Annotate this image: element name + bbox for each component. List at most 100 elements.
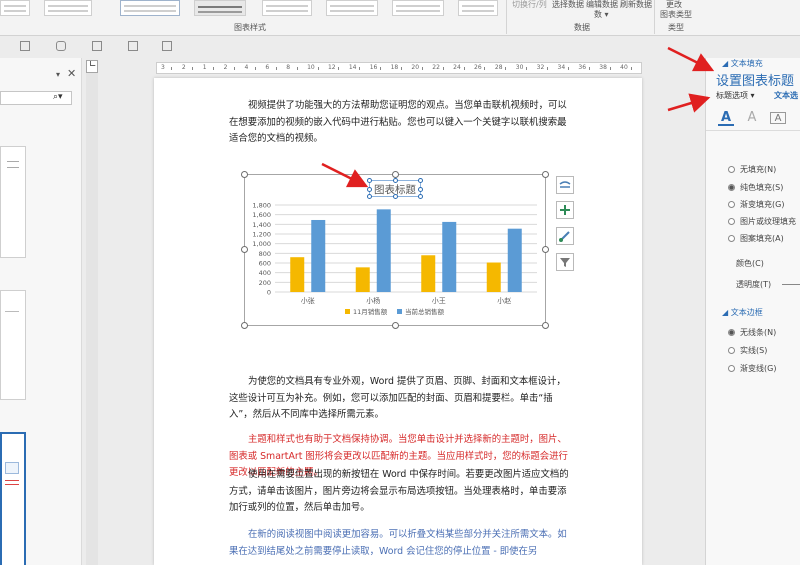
bar-0[interactable] bbox=[421, 255, 436, 292]
tab-text-options[interactable]: 文本选 bbox=[774, 90, 798, 101]
y-tick-label[interactable]: 1,000 bbox=[252, 240, 271, 248]
radio-button[interactable] bbox=[728, 166, 735, 173]
resize-handle[interactable] bbox=[418, 187, 423, 192]
chart-area[interactable]: 0 200 400 600 800 1,000 1,200 1,400 1,600 1,800 小张… bbox=[241, 171, 549, 329]
legend-label[interactable]: 当前总销售额 bbox=[405, 307, 445, 316]
copy-icon[interactable] bbox=[128, 41, 138, 51]
resize-handle[interactable] bbox=[367, 194, 372, 199]
layout-options-button[interactable] bbox=[556, 176, 574, 194]
resize-handle[interactable] bbox=[393, 178, 398, 183]
y-tick-label[interactable]: 600 bbox=[259, 260, 271, 268]
page-thumbnail[interactable] bbox=[0, 146, 26, 258]
bar-0[interactable] bbox=[486, 262, 501, 292]
switch-row-column-button[interactable]: 切换行/列 bbox=[512, 0, 547, 10]
text-fill-outline-icon[interactable]: A bbox=[718, 110, 734, 126]
chart-style-thumbnail[interactable] bbox=[326, 0, 378, 16]
chart-styles-button[interactable] bbox=[556, 227, 574, 245]
y-tick-label[interactable]: 1,400 bbox=[252, 221, 271, 229]
legend-swatch[interactable] bbox=[345, 309, 350, 314]
x-tick-label[interactable]: 小张 bbox=[301, 296, 315, 305]
tab-title-options[interactable]: 标题选项 ▾ bbox=[716, 90, 755, 101]
resize-handle[interactable] bbox=[542, 322, 549, 329]
radio-button[interactable] bbox=[728, 347, 735, 354]
chart-style-thumbnail[interactable] bbox=[194, 0, 246, 16]
y-tick-label[interactable]: 1,600 bbox=[252, 211, 271, 219]
refresh-data-button[interactable]: 刷新数据 bbox=[620, 0, 652, 10]
x-tick-label[interactable]: 小杨 bbox=[366, 296, 380, 305]
radio-fill-picture[interactable]: 图片或纹理填充 bbox=[728, 216, 796, 227]
chevron-down-icon[interactable]: ▾ bbox=[751, 91, 755, 100]
paragraph[interactable]: 使用在需要位置出现的新按钮在 Word 中保存时间。若要更改图片适应文档的方式，… bbox=[229, 467, 569, 517]
textbox-icon[interactable]: A bbox=[770, 112, 786, 124]
resize-handle[interactable] bbox=[367, 187, 372, 192]
radio-line-none[interactable]: 无线条(N) bbox=[728, 327, 776, 338]
chart-style-thumbnail[interactable] bbox=[44, 0, 92, 16]
resize-handle[interactable] bbox=[392, 322, 399, 329]
color-picker[interactable]: 颜色(C) bbox=[736, 258, 764, 269]
transparency-slider[interactable] bbox=[782, 284, 800, 285]
layout-icon[interactable] bbox=[20, 41, 30, 51]
radio-fill-solid[interactable]: 纯色填充(S) bbox=[728, 182, 783, 193]
radio-button[interactable] bbox=[728, 365, 735, 372]
resize-handle[interactable] bbox=[241, 246, 248, 253]
page-thumbnail[interactable] bbox=[0, 290, 26, 400]
resize-handle[interactable] bbox=[393, 194, 398, 199]
legend-label[interactable]: 11月销售额 bbox=[353, 307, 388, 316]
resize-handle[interactable] bbox=[392, 171, 399, 178]
y-tick-label[interactable]: 0 bbox=[267, 289, 271, 297]
resize-handle[interactable] bbox=[418, 178, 423, 183]
bar-1[interactable] bbox=[376, 209, 391, 292]
paragraph[interactable]: 视频提供了功能强大的方法帮助您证明您的观点。当您单击联机视频时，可以在想要添加的… bbox=[229, 98, 569, 148]
radio-fill-gradient[interactable]: 渐变填充(G) bbox=[728, 199, 784, 210]
document-page[interactable]: 视频提供了功能强大的方法帮助您证明您的观点。当您单击联机视频时，可以在想要添加的… bbox=[154, 78, 642, 565]
radio-button[interactable] bbox=[728, 235, 735, 242]
lock-icon[interactable] bbox=[56, 41, 66, 51]
y-tick-label[interactable]: 400 bbox=[259, 269, 271, 277]
radio-fill-pattern[interactable]: 图案填充(A) bbox=[728, 233, 784, 244]
radio-line-solid[interactable]: 实线(S) bbox=[728, 345, 767, 356]
radio-button-selected[interactable] bbox=[728, 184, 735, 191]
export-icon[interactable] bbox=[162, 41, 172, 51]
legend-swatch[interactable] bbox=[397, 309, 402, 314]
radio-button[interactable] bbox=[728, 218, 735, 225]
resize-handle[interactable] bbox=[542, 171, 549, 178]
tab-selector[interactable]: ∟ bbox=[86, 60, 98, 73]
change-chart-type-button-label[interactable]: 图表类型 bbox=[660, 9, 692, 20]
search-input[interactable]: ⌕▾ bbox=[0, 91, 72, 105]
x-tick-label[interactable]: 小王 bbox=[432, 296, 446, 305]
y-tick-label[interactable]: 1,200 bbox=[252, 231, 271, 239]
radio-button-selected[interactable] bbox=[728, 329, 735, 336]
resize-handle[interactable] bbox=[367, 178, 372, 183]
dropdown-icon[interactable]: ▾ bbox=[56, 70, 60, 79]
bar-1[interactable] bbox=[311, 219, 326, 292]
search-icon[interactable]: ⌕▾ bbox=[53, 92, 63, 102]
chart-title-selection[interactable]: 图表标题 bbox=[367, 178, 423, 199]
radio-fill-none[interactable]: 无填充(N) bbox=[728, 164, 776, 175]
paragraph[interactable]: 为使您的文档具有专业外观，Word 提供了页眉、页脚、封面和文本框设计，这些设计… bbox=[229, 374, 569, 424]
bar-0[interactable] bbox=[290, 257, 305, 292]
select-data-button[interactable]: 选择数据 bbox=[552, 0, 584, 10]
bar-0[interactable] bbox=[355, 267, 370, 292]
resize-handle[interactable] bbox=[241, 171, 248, 178]
radio-button[interactable] bbox=[728, 201, 735, 208]
bar-1[interactable] bbox=[442, 221, 457, 292]
y-tick-label[interactable]: 200 bbox=[259, 279, 271, 287]
chart-elements-button[interactable] bbox=[556, 201, 574, 219]
chart-filters-button[interactable] bbox=[556, 253, 574, 271]
resize-handle[interactable] bbox=[542, 246, 549, 253]
chart-style-thumbnail[interactable] bbox=[120, 0, 180, 16]
paragraph-blue[interactable]: 在新的阅读视图中阅读更加容易。可以折叠文档某些部分并关注所需文本。如果在达到结尾… bbox=[229, 527, 569, 560]
chart-style-thumbnail[interactable] bbox=[458, 0, 498, 16]
resize-handle[interactable] bbox=[241, 322, 248, 329]
edit-data-dropdown-icon[interactable]: 数 ▾ bbox=[594, 9, 609, 20]
radio-line-gradient[interactable]: 渐变线(G) bbox=[728, 363, 776, 374]
page-thumbnail-selected[interactable] bbox=[0, 432, 26, 565]
close-icon[interactable]: ✕ bbox=[67, 67, 76, 80]
chart-style-thumbnail[interactable] bbox=[0, 0, 30, 16]
bar-1[interactable] bbox=[507, 228, 522, 292]
section-text-fill[interactable]: ◢ 文本填充 bbox=[722, 58, 763, 69]
chart-style-thumbnail[interactable] bbox=[392, 0, 444, 16]
x-tick-label[interactable]: 小赵 bbox=[497, 296, 511, 305]
preview-icon[interactable] bbox=[92, 41, 102, 51]
chart-style-thumbnail[interactable] bbox=[262, 0, 312, 16]
